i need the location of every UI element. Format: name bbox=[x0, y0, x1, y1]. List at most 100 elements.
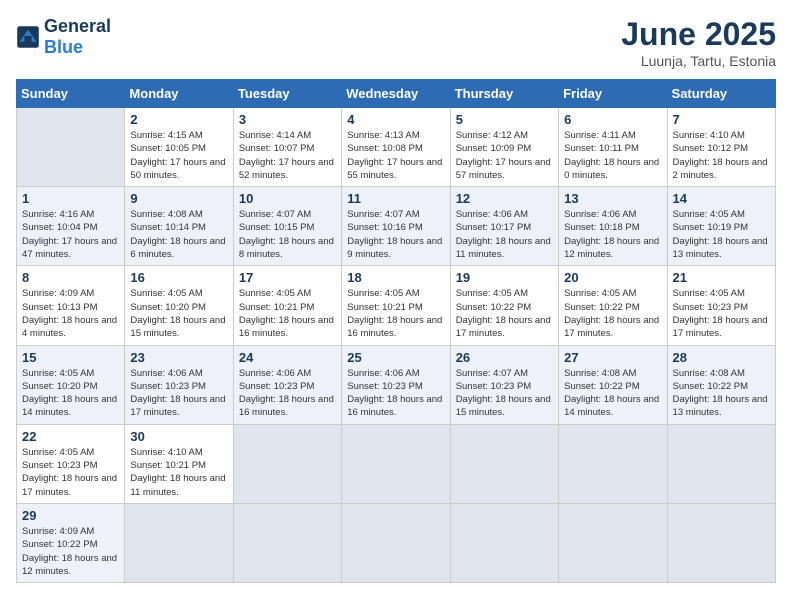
day-number: 20 bbox=[564, 270, 661, 285]
table-row: 14 Sunrise: 4:05 AM Sunset: 10:19 PM Dayl… bbox=[667, 187, 775, 266]
day-info: Sunrise: 4:05 AM Sunset: 10:21 PM Daylig… bbox=[239, 287, 336, 340]
table-row: 27 Sunrise: 4:08 AM Sunset: 10:22 PM Dayl… bbox=[559, 345, 667, 424]
day-info: Sunrise: 4:08 AM Sunset: 10:14 PM Daylig… bbox=[130, 208, 227, 261]
logo: General Blue bbox=[16, 16, 111, 58]
day-number: 21 bbox=[673, 270, 770, 285]
day-info: Sunrise: 4:06 AM Sunset: 10:17 PM Daylig… bbox=[456, 208, 553, 261]
table-row: 6Sunrise: 4:11 AM Sunset: 10:11 PM Dayli… bbox=[559, 108, 667, 187]
day-info: Sunrise: 4:07 AM Sunset: 10:16 PM Daylig… bbox=[347, 208, 444, 261]
day-info: Sunrise: 4:10 AM Sunset: 10:21 PM Daylig… bbox=[130, 446, 227, 499]
table-row: 12 Sunrise: 4:06 AM Sunset: 10:17 PM Dayl… bbox=[450, 187, 558, 266]
day-number: 18 bbox=[347, 270, 444, 285]
day-info: Sunrise: 4:14 AM Sunset: 10:07 PM Daylig… bbox=[239, 129, 336, 182]
table-row bbox=[450, 503, 558, 582]
col-thursday: Thursday bbox=[450, 80, 558, 108]
table-row: 28 Sunrise: 4:08 AM Sunset: 10:22 PM Dayl… bbox=[667, 345, 775, 424]
table-row bbox=[342, 424, 450, 503]
day-number: 17 bbox=[239, 270, 336, 285]
day-number: 29 bbox=[22, 508, 119, 523]
table-row: 1 Sunrise: 4:16 AM Sunset: 10:04 PM Dayli… bbox=[17, 187, 125, 266]
table-row: 5 Sunrise: 4:12 AM Sunset: 10:09 PM Dayli… bbox=[450, 108, 558, 187]
table-row: 18 Sunrise: 4:05 AM Sunset: 10:21 PM Dayl… bbox=[342, 266, 450, 345]
table-row: 8Sunrise: 4:09 AM Sunset: 10:13 PM Dayli… bbox=[17, 266, 125, 345]
table-row: 29 Sunrise: 4:09 AM Sunset: 10:22 PM Dayl… bbox=[17, 503, 125, 582]
day-number: 19 bbox=[456, 270, 553, 285]
table-row bbox=[559, 503, 667, 582]
day-info: Sunrise: 4:08 AM Sunset: 10:22 PM Daylig… bbox=[564, 367, 661, 420]
title-area: June 2025 Luunja, Tartu, Estonia bbox=[621, 16, 776, 69]
day-number: 1 bbox=[22, 191, 119, 206]
table-row bbox=[17, 108, 125, 187]
day-info: Sunrise: 4:07 AM Sunset: 10:23 PM Daylig… bbox=[456, 367, 553, 420]
day-number: 5 bbox=[456, 112, 553, 127]
table-row: 30Sunrise: 4:10 AM Sunset: 10:21 PM Dayl… bbox=[125, 424, 233, 503]
table-row bbox=[233, 424, 341, 503]
table-row: 4 Sunrise: 4:13 AM Sunset: 10:08 PM Dayli… bbox=[342, 108, 450, 187]
day-number: 15 bbox=[22, 350, 119, 365]
logo-general: General bbox=[44, 16, 111, 36]
day-info: Sunrise: 4:05 AM Sunset: 10:20 PM Daylig… bbox=[130, 287, 227, 340]
day-info: Sunrise: 4:16 AM Sunset: 10:04 PM Daylig… bbox=[22, 208, 119, 261]
day-number: 23 bbox=[130, 350, 227, 365]
calendar-week-row: 15 Sunrise: 4:05 AM Sunset: 10:20 PM Dayl… bbox=[17, 345, 776, 424]
col-sunday: Sunday bbox=[17, 80, 125, 108]
day-number: 25 bbox=[347, 350, 444, 365]
day-number: 2 bbox=[130, 112, 227, 127]
table-row: 13 Sunrise: 4:06 AM Sunset: 10:18 PM Dayl… bbox=[559, 187, 667, 266]
table-row: 22Sunrise: 4:05 AM Sunset: 10:23 PM Dayl… bbox=[17, 424, 125, 503]
calendar: Sunday Monday Tuesday Wednesday Thursday… bbox=[16, 79, 776, 583]
day-number: 3 bbox=[239, 112, 336, 127]
day-number: 22 bbox=[22, 429, 119, 444]
logo-icon bbox=[16, 25, 40, 49]
day-info: Sunrise: 4:05 AM Sunset: 10:20 PM Daylig… bbox=[22, 367, 119, 420]
day-number: 14 bbox=[673, 191, 770, 206]
table-row: 25 Sunrise: 4:06 AM Sunset: 10:23 PM Dayl… bbox=[342, 345, 450, 424]
table-row bbox=[450, 424, 558, 503]
day-info: Sunrise: 4:06 AM Sunset: 10:18 PM Daylig… bbox=[564, 208, 661, 261]
day-info: Sunrise: 4:13 AM Sunset: 10:08 PM Daylig… bbox=[347, 129, 444, 182]
header: General Blue June 2025 Luunja, Tartu, Es… bbox=[16, 16, 776, 69]
day-info: Sunrise: 4:11 AM Sunset: 10:11 PM Daylig… bbox=[564, 129, 661, 182]
day-info: Sunrise: 4:05 AM Sunset: 10:22 PM Daylig… bbox=[564, 287, 661, 340]
table-row: 9 Sunrise: 4:08 AM Sunset: 10:14 PM Dayli… bbox=[125, 187, 233, 266]
day-info: Sunrise: 4:07 AM Sunset: 10:15 PM Daylig… bbox=[239, 208, 336, 261]
day-info: Sunrise: 4:05 AM Sunset: 10:21 PM Daylig… bbox=[347, 287, 444, 340]
day-number: 9 bbox=[130, 191, 227, 206]
day-number: 27 bbox=[564, 350, 661, 365]
day-info: Sunrise: 4:05 AM Sunset: 10:23 PM Daylig… bbox=[673, 287, 770, 340]
day-number: 12 bbox=[456, 191, 553, 206]
day-info: Sunrise: 4:12 AM Sunset: 10:09 PM Daylig… bbox=[456, 129, 553, 182]
table-row bbox=[342, 503, 450, 582]
col-monday: Monday bbox=[125, 80, 233, 108]
table-row: 23 Sunrise: 4:06 AM Sunset: 10:23 PM Dayl… bbox=[125, 345, 233, 424]
day-info: Sunrise: 4:10 AM Sunset: 10:12 PM Daylig… bbox=[673, 129, 770, 182]
logo-blue: Blue bbox=[44, 37, 83, 57]
day-number: 7 bbox=[673, 112, 770, 127]
day-info: Sunrise: 4:06 AM Sunset: 10:23 PM Daylig… bbox=[347, 367, 444, 420]
table-row: 15 Sunrise: 4:05 AM Sunset: 10:20 PM Dayl… bbox=[17, 345, 125, 424]
col-wednesday: Wednesday bbox=[342, 80, 450, 108]
table-row: 7 Sunrise: 4:10 AM Sunset: 10:12 PM Dayli… bbox=[667, 108, 775, 187]
day-number: 11 bbox=[347, 191, 444, 206]
day-info: Sunrise: 4:05 AM Sunset: 10:22 PM Daylig… bbox=[456, 287, 553, 340]
day-number: 13 bbox=[564, 191, 661, 206]
table-row bbox=[667, 424, 775, 503]
table-row: 11 Sunrise: 4:07 AM Sunset: 10:16 PM Dayl… bbox=[342, 187, 450, 266]
calendar-week-row: 22Sunrise: 4:05 AM Sunset: 10:23 PM Dayl… bbox=[17, 424, 776, 503]
day-number: 24 bbox=[239, 350, 336, 365]
day-info: Sunrise: 4:09 AM Sunset: 10:22 PM Daylig… bbox=[22, 525, 119, 578]
col-saturday: Saturday bbox=[667, 80, 775, 108]
table-row: 26Sunrise: 4:07 AM Sunset: 10:23 PM Dayl… bbox=[450, 345, 558, 424]
day-number: 4 bbox=[347, 112, 444, 127]
day-info: Sunrise: 4:08 AM Sunset: 10:22 PM Daylig… bbox=[673, 367, 770, 420]
table-row: 20 Sunrise: 4:05 AM Sunset: 10:22 PM Dayl… bbox=[559, 266, 667, 345]
calendar-week-row: 1 Sunrise: 4:16 AM Sunset: 10:04 PM Dayli… bbox=[17, 187, 776, 266]
table-row: 24Sunrise: 4:06 AM Sunset: 10:23 PM Dayl… bbox=[233, 345, 341, 424]
table-row: 16Sunrise: 4:05 AM Sunset: 10:20 PM Dayl… bbox=[125, 266, 233, 345]
day-info: Sunrise: 4:06 AM Sunset: 10:23 PM Daylig… bbox=[130, 367, 227, 420]
day-info: Sunrise: 4:05 AM Sunset: 10:19 PM Daylig… bbox=[673, 208, 770, 261]
calendar-week-row: 2Sunrise: 4:15 AM Sunset: 10:05 PM Dayli… bbox=[17, 108, 776, 187]
day-number: 28 bbox=[673, 350, 770, 365]
day-number: 10 bbox=[239, 191, 336, 206]
month-title: June 2025 bbox=[621, 16, 776, 53]
